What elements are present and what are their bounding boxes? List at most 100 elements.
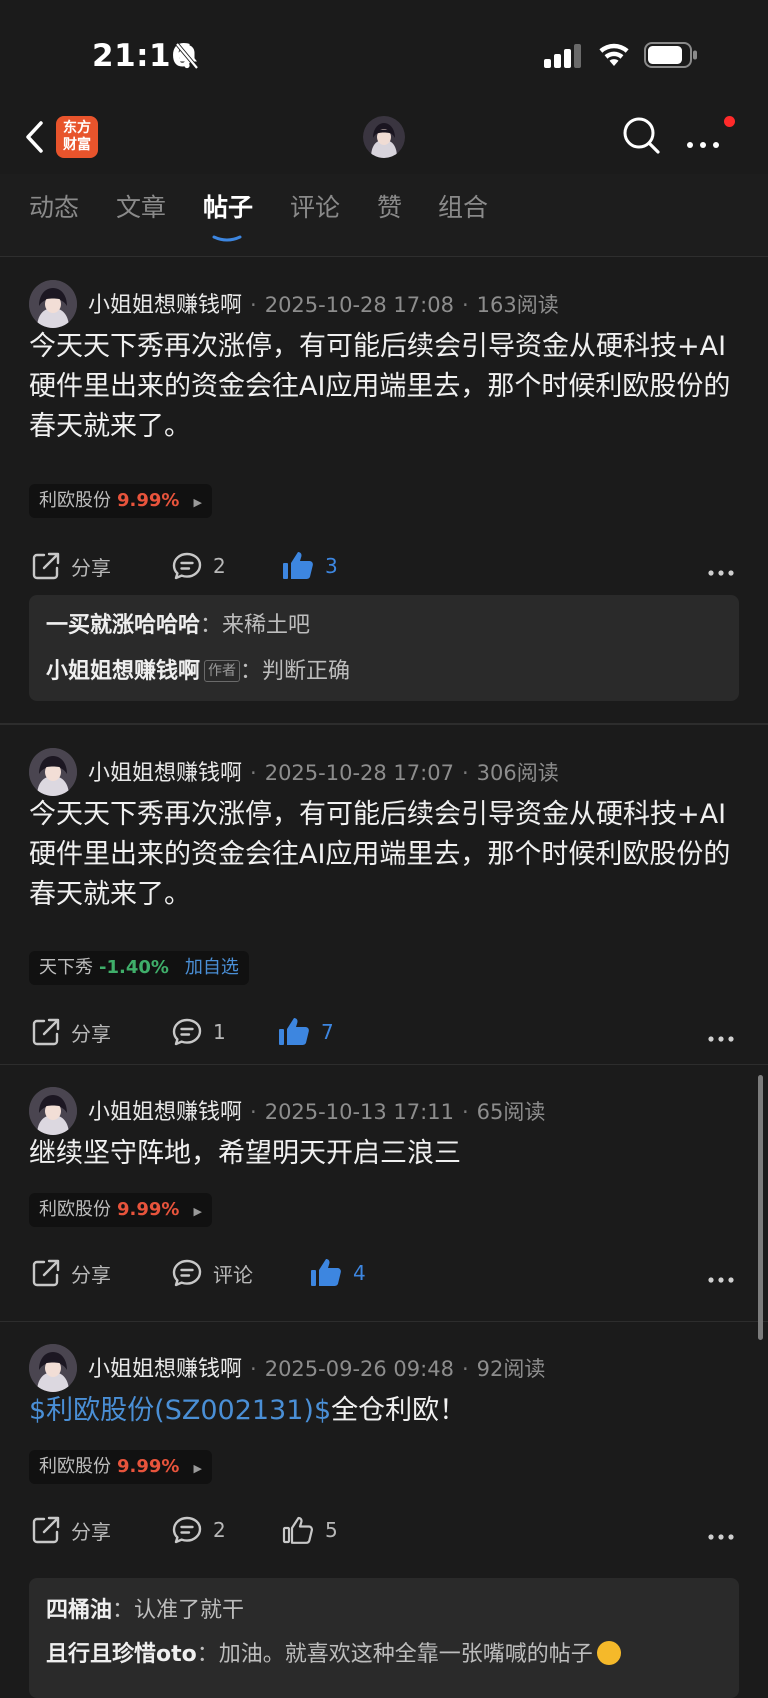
thumbs-up-icon	[311, 1259, 341, 1286]
post-more-icon[interactable]	[708, 554, 734, 582]
post-content[interactable]: $利欧股份(SZ002131)$全仓利欧！	[29, 1391, 744, 1431]
author-name[interactable]: 小姐姐想赚钱啊	[88, 293, 242, 318]
author-name[interactable]: 小姐姐想赚钱啊	[88, 1357, 242, 1382]
post-datetime: 2025-10-28 17:07	[264, 761, 454, 785]
tab-portfolio[interactable]: 组合	[438, 188, 488, 224]
post-more-icon[interactable]	[708, 1518, 734, 1546]
author-name[interactable]: 小姐姐想赚钱啊	[88, 761, 242, 786]
reply-row[interactable]: 且行且珍惜oto：加油。就喜欢这种全靠一张嘴喊的帖子	[46, 1636, 621, 1668]
post-text: 全仓利欧！	[331, 1395, 467, 1426]
share-button[interactable]: 分享	[31, 1253, 111, 1293]
share-label: 分享	[71, 1519, 111, 1544]
post-meta: 小姐姐想赚钱啊 · 2025-10-13 17:11 · 65阅读	[88, 1100, 546, 1125]
stock-name: 利欧股份	[39, 490, 111, 511]
post-item[interactable]: 小姐姐想赚钱啊 · 2025-09-26 09:48 · 92阅读 $利欧股份(SZ00…	[0, 1322, 768, 1698]
post-content[interactable]: 今天天下秀再次涨停，有可能后续会引导资金从硬科技+AI硬件里出来的资金会往AI应…	[29, 795, 744, 915]
notification-dot	[724, 116, 735, 127]
app-logo[interactable]: 东方 财富	[56, 116, 98, 158]
share-button[interactable]: 分享	[31, 1012, 111, 1052]
post-item[interactable]: 小姐姐想赚钱啊 · 2025-10-28 17:08 · 163阅读 今天天下秀再次涨停…	[0, 257, 768, 725]
tab-dynamics[interactable]: 动态	[29, 188, 79, 224]
comment-icon	[172, 552, 202, 580]
post-more-icon[interactable]	[708, 1261, 734, 1289]
comment-icon	[172, 1259, 202, 1287]
share-button[interactable]: 分享	[31, 546, 111, 586]
post-actions: 分享 评论 4	[0, 1253, 768, 1293]
comment-count: 1	[213, 1020, 226, 1044]
stock-name: 利欧股份	[39, 1199, 111, 1220]
reply-text: 认准了就干	[134, 1598, 245, 1623]
reply-author[interactable]: 一买就涨哈哈哈	[46, 613, 200, 638]
comment-count: 2	[213, 1518, 226, 1542]
reply-author[interactable]: 小姐姐想赚钱啊	[46, 659, 200, 684]
read-count: 65阅读	[476, 1100, 546, 1124]
tab-posts[interactable]: 帖子	[203, 188, 253, 224]
reply-row[interactable]: 四桶油：认准了就干	[46, 1592, 244, 1624]
more-menu-icon[interactable]	[686, 134, 720, 153]
stock-change: 9.99%	[117, 1456, 180, 1477]
share-button[interactable]: 分享	[31, 1510, 111, 1550]
back-icon[interactable]	[24, 120, 46, 158]
status-bar: 21:16	[0, 0, 768, 110]
like-button[interactable]: 7	[277, 1012, 334, 1052]
reply-preview[interactable]: 四桶油：认准了就干 且行且珍惜oto：加油。就喜欢这种全靠一张嘴喊的帖子	[29, 1578, 739, 1698]
post-actions: 分享 1 7	[0, 1012, 768, 1052]
post-content[interactable]: 继续坚守阵地，希望明天开启三浪三	[29, 1134, 744, 1174]
comment-button[interactable]: 评论	[171, 1253, 253, 1293]
stock-mention-link[interactable]: $利欧股份(SZ002131)$	[29, 1395, 331, 1426]
like-count: 4	[353, 1261, 366, 1285]
author-avatar[interactable]	[29, 748, 77, 796]
comment-count: 评论	[213, 1262, 253, 1287]
tab-comments[interactable]: 评论	[290, 188, 340, 224]
tab-articles[interactable]: 文章	[116, 188, 166, 224]
share-icon	[32, 1259, 60, 1287]
thumbs-up-icon	[282, 1516, 313, 1544]
author-avatar[interactable]	[29, 1087, 77, 1135]
play-triangle-icon: ▶	[193, 496, 202, 509]
wifi-icon	[596, 40, 632, 72]
comment-button[interactable]: 1	[171, 1012, 226, 1052]
stock-change: -1.40%	[99, 957, 169, 978]
like-button[interactable]: 5	[281, 1510, 338, 1550]
author-name[interactable]: 小姐姐想赚钱啊	[88, 1100, 242, 1125]
comment-button[interactable]: 2	[171, 1510, 226, 1550]
reply-row[interactable]: 小姐姐想赚钱啊 作者 ：判断正确	[46, 653, 350, 685]
search-icon[interactable]	[622, 116, 662, 160]
author-avatar[interactable]	[29, 1344, 77, 1392]
share-icon	[32, 1018, 60, 1046]
reply-text: 来稀土吧	[222, 613, 311, 638]
share-label: 分享	[71, 1262, 111, 1287]
comment-button[interactable]: 2	[171, 546, 226, 586]
stock-chip[interactable]: 利欧股份 9.99% ▶	[29, 484, 212, 518]
like-count: 5	[325, 1518, 338, 1542]
author-avatar[interactable]	[29, 280, 77, 328]
like-button[interactable]: 3	[281, 546, 338, 586]
post-meta: 小姐姐想赚钱啊 · 2025-10-28 17:08 · 163阅读	[88, 293, 559, 318]
tab-likes[interactable]: 赞	[377, 188, 402, 224]
comment-icon	[172, 1516, 202, 1544]
scrollbar[interactable]	[758, 1075, 763, 1340]
stock-name: 天下秀	[39, 957, 93, 978]
reply-preview[interactable]: 一买就涨哈哈哈：来稀土吧 小姐姐想赚钱啊 作者 ：判断正确	[29, 595, 739, 701]
post-meta: 小姐姐想赚钱啊 · 2025-09-26 09:48 · 92阅读	[88, 1357, 546, 1382]
stock-change: 9.99%	[117, 1199, 180, 1220]
reply-author[interactable]: 且行且珍惜oto	[46, 1642, 197, 1667]
stock-chip[interactable]: 天下秀 -1.40% 加自选	[29, 951, 249, 985]
reply-row[interactable]: 一买就涨哈哈哈：来稀土吧	[46, 607, 310, 639]
stock-chip[interactable]: 利欧股份 9.99% ▶	[29, 1450, 212, 1484]
post-item[interactable]: 小姐姐想赚钱啊 · 2025-10-13 17:11 · 65阅读 继续坚守阵地，希望明…	[0, 1065, 768, 1323]
reply-text: 加油。就喜欢这种全靠一张嘴喊的帖子	[218, 1642, 593, 1667]
profile-avatar[interactable]	[363, 116, 405, 158]
post-more-icon[interactable]	[708, 1020, 734, 1048]
add-watchlist-button[interactable]: 加自选	[185, 957, 239, 978]
active-tab-indicator	[212, 228, 242, 242]
post-item[interactable]: 小姐姐想赚钱啊 · 2025-10-28 17:07 · 306阅读 今天天下秀再次涨停…	[0, 725, 768, 1066]
read-count: 163阅读	[476, 293, 559, 317]
cellular-signal-icon	[544, 44, 584, 72]
like-button[interactable]: 4	[309, 1253, 366, 1293]
play-triangle-icon: ▶	[193, 1205, 202, 1218]
reply-author[interactable]: 四桶油	[46, 1598, 112, 1623]
post-content[interactable]: 今天天下秀再次涨停，有可能后续会引导资金从硬科技+AI硬件里出来的资金会往AI应…	[29, 327, 744, 447]
stock-chip[interactable]: 利欧股份 9.99% ▶	[29, 1193, 212, 1227]
logo-line-2: 财富	[63, 137, 91, 153]
